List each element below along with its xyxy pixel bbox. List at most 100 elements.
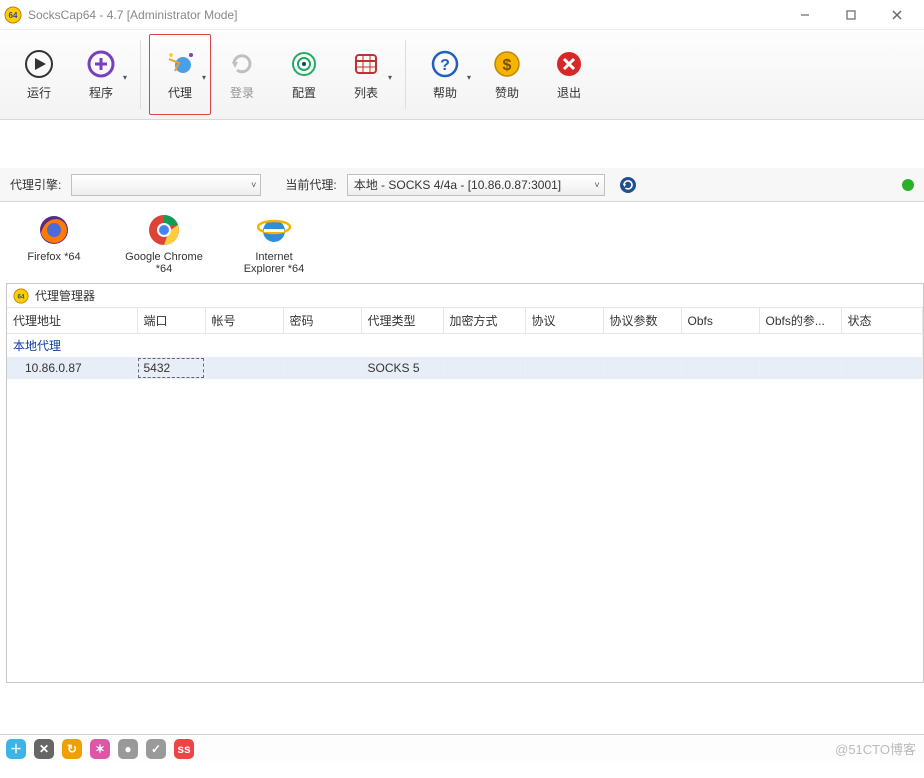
toolbar: 运行 ▾ 程序 ▾ 代理 登录 配置 — [0, 30, 924, 120]
globe-network-icon — [164, 48, 196, 80]
proxy-engine-bar: 代理引擎: ˅ 当前代理: 本地 - SOCKS 4/4a - [10.86.0… — [0, 168, 924, 202]
minimize-button[interactable] — [782, 0, 828, 30]
chevron-down-icon: ▾ — [388, 73, 392, 82]
chevron-down-icon: ˅ — [594, 180, 599, 190]
status-indicator — [902, 179, 914, 191]
add-icon[interactable]: ＋ — [6, 739, 26, 759]
app-icon: 64 — [13, 288, 29, 304]
ss-icon[interactable]: ss — [174, 739, 194, 759]
toolbar-run[interactable]: 运行 — [8, 34, 70, 115]
window-title: SocksCap64 - 4.7 [Administrator Mode] — [28, 8, 237, 22]
refresh-proxy-icon[interactable] — [619, 176, 637, 194]
toolbar-run-label: 运行 — [27, 84, 51, 101]
toolbar-exit-label: 退出 — [557, 84, 581, 101]
toolbar-list-label: 列表 — [354, 84, 378, 101]
ie-icon — [256, 212, 292, 248]
svg-text:64: 64 — [9, 11, 18, 20]
cell-status — [841, 357, 923, 379]
current-proxy-value: 本地 - SOCKS 4/4a - [10.86.0.87:3001] — [354, 176, 561, 193]
toolbar-exit[interactable]: 退出 — [538, 34, 600, 115]
shortcut-label: Firefox *64 — [27, 251, 80, 263]
check-icon[interactable]: ✓ — [146, 739, 166, 759]
col-encrypt[interactable]: 加密方式 — [443, 308, 525, 334]
play-icon — [23, 48, 55, 80]
proxy-table-container: 代理地址 端口 帐号 密码 代理类型 加密方式 协议 协议参数 Obfs Obf… — [7, 308, 923, 682]
col-port[interactable]: 端口 — [137, 308, 205, 334]
toolbar-config[interactable]: 配置 — [273, 34, 335, 115]
col-account[interactable]: 帐号 — [205, 308, 283, 334]
cell-account — [205, 357, 283, 379]
col-obfs[interactable]: Obfs — [681, 308, 759, 334]
shortcut-firefox[interactable]: Firefox *64 — [14, 212, 94, 275]
proxy-table: 代理地址 端口 帐号 密码 代理类型 加密方式 协议 协议参数 Obfs Obf… — [7, 308, 923, 379]
toolbar-proxy-label: 代理 — [168, 84, 192, 101]
col-address[interactable]: 代理地址 — [7, 308, 137, 334]
watermark: @51CTO博客 — [835, 739, 916, 758]
table-header-row: 代理地址 端口 帐号 密码 代理类型 加密方式 协议 协议参数 Obfs Obf… — [7, 308, 923, 334]
close-button[interactable] — [874, 0, 920, 30]
chevron-down-icon: ▾ — [467, 73, 471, 82]
toolbar-login-label: 登录 — [230, 84, 254, 101]
shortcut-label: Internet Explorer *64 — [234, 251, 314, 275]
toolbar-help[interactable]: ? ▾ 帮助 — [414, 34, 476, 115]
col-type[interactable]: 代理类型 — [361, 308, 443, 334]
col-obfs-args[interactable]: Obfs的参... — [759, 308, 841, 334]
cell-protocol — [525, 357, 603, 379]
plus-circle-icon — [85, 48, 117, 80]
shortcut-label: Google Chrome *64 — [124, 251, 204, 275]
proxy-manager-panel: 64 代理管理器 代理地址 端口 帐号 密码 代理类型 加密方式 协议 协议参数 — [6, 283, 924, 683]
shortcut-area: Firefox *64 Google Chrome *64 Internet E… — [0, 202, 924, 281]
svg-text:64: 64 — [18, 293, 25, 300]
proxy-group-label: 本地代理 — [7, 334, 923, 358]
proxy-manager-title: 代理管理器 — [35, 287, 95, 304]
remove-icon[interactable]: ✕ — [34, 739, 54, 759]
help-icon: ? — [429, 48, 461, 80]
toolbar-sponsor[interactable]: $ 赞助 — [476, 34, 538, 115]
chrome-icon — [146, 212, 182, 248]
chevron-down-icon: ▾ — [202, 73, 206, 82]
current-proxy-combo[interactable]: 本地 - SOCKS 4/4a - [10.86.0.87:3001] ˅ — [347, 174, 605, 196]
col-protocol[interactable]: 协议 — [525, 308, 603, 334]
svg-text:$: $ — [503, 57, 512, 74]
settings-small-icon[interactable]: ✶ — [90, 739, 110, 759]
shortcut-chrome[interactable]: Google Chrome *64 — [124, 212, 204, 275]
cell-password — [283, 357, 361, 379]
cell-port: 5432 — [137, 357, 205, 379]
col-protocol-args[interactable]: 协议参数 — [603, 308, 681, 334]
toolbar-proxy[interactable]: ▾ 代理 — [149, 34, 211, 115]
cell-obfs-args — [759, 357, 841, 379]
chevron-down-icon: ˅ — [251, 180, 256, 190]
cell-type: SOCKS 5 — [361, 357, 443, 379]
close-circle-icon — [553, 48, 585, 80]
refresh-small-icon[interactable]: ↻ — [62, 739, 82, 759]
app-icon: 64 — [4, 6, 22, 24]
bottom-icon-strip: ＋ ✕ ↻ ✶ ● ✓ ss — [0, 734, 924, 762]
cell-encrypt — [443, 357, 525, 379]
shortcut-ie[interactable]: Internet Explorer *64 — [234, 212, 314, 275]
target-gear-icon — [288, 48, 320, 80]
engine-label: 代理引擎: — [10, 176, 61, 193]
titlebar: 64 SocksCap64 - 4.7 [Administrator Mode] — [0, 0, 924, 30]
maximize-button[interactable] — [828, 0, 874, 30]
toolbar-login[interactable]: 登录 — [211, 34, 273, 115]
toolbar-list[interactable]: ▾ 列表 — [335, 34, 397, 115]
engine-combo[interactable]: ˅ — [71, 174, 261, 196]
refresh-icon — [226, 48, 258, 80]
cell-obfs — [681, 357, 759, 379]
proxy-group-row[interactable]: 本地代理 — [7, 334, 923, 358]
table-row[interactable]: 10.86.0.87 5432 SOCKS 5 — [7, 357, 923, 379]
cell-protocol-args — [603, 357, 681, 379]
chevron-down-icon: ▾ — [123, 73, 127, 82]
toolbar-help-label: 帮助 — [433, 84, 457, 101]
calendar-grid-icon — [350, 48, 382, 80]
proxy-manager-title-bar: 64 代理管理器 — [7, 284, 923, 308]
toolbar-separator — [405, 40, 406, 109]
firefox-icon — [36, 212, 72, 248]
tag-icon[interactable]: ● — [118, 739, 138, 759]
col-status[interactable]: 状态 — [841, 308, 923, 334]
window-controls — [782, 0, 920, 30]
toolbar-programs[interactable]: ▾ 程序 — [70, 34, 132, 115]
toolbar-separator — [140, 40, 141, 109]
col-password[interactable]: 密码 — [283, 308, 361, 334]
current-proxy-label: 当前代理: — [285, 176, 336, 193]
